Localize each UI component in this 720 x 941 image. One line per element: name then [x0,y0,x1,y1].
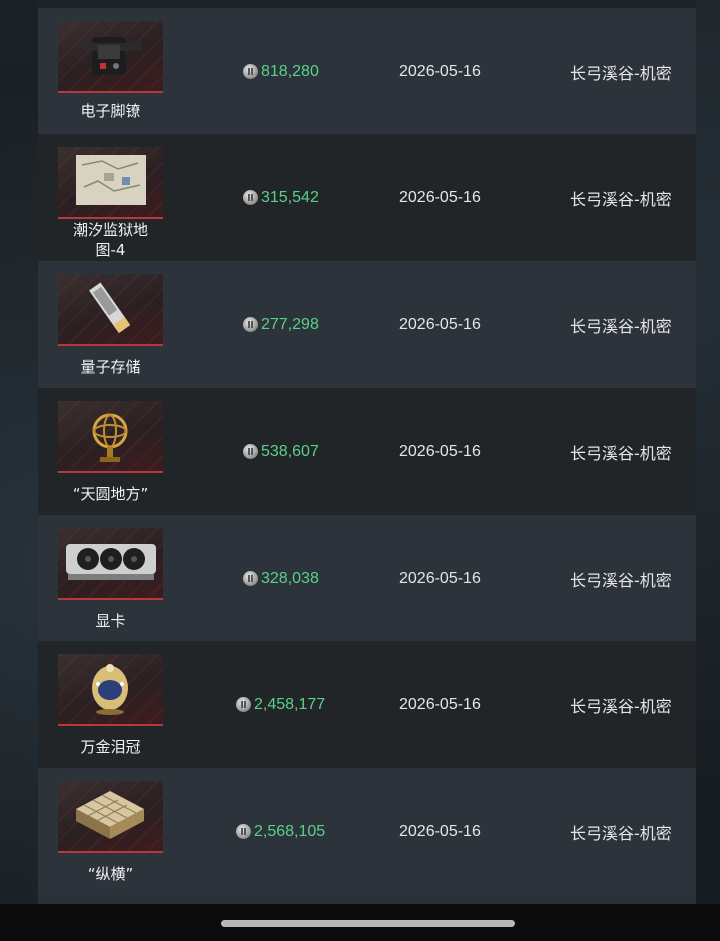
chessboard-icon [58,781,163,853]
silver-coin-icon [243,571,258,586]
silver-coin-icon [243,444,258,459]
list-item[interactable]: “天圆地方” 538,607 2026-05-16 长弓溪谷-机密 [38,388,696,515]
list-item[interactable]: 万金泪冠 2,458,177 2026-05-16 长弓溪谷-机密 [38,641,696,768]
silver-coin-icon [236,697,251,712]
silver-coin-icon [243,317,258,332]
list-item[interactable]: 量子存储 277,298 2026-05-16 长弓溪谷-机密 [38,261,696,388]
list-item[interactable]: “纵横” 2,568,105 2026-05-16 长弓溪谷-机密 [38,768,696,895]
list-item[interactable]: 显卡 328,038 2026-05-16 长弓溪谷-机密 [38,515,696,642]
item-price: 2,458,177 [236,641,325,768]
item-map: 长弓溪谷-机密 [570,189,672,209]
item-name: “纵横” [87,865,134,883]
silver-coin-icon [243,190,258,205]
quantum-storage-icon [58,274,163,346]
item-map: 长弓溪谷-机密 [570,316,672,336]
item-date: 2026-05-16 [399,442,481,460]
item-date: 2026-05-16 [399,569,481,587]
item-date: 2026-05-16 [399,822,481,840]
item-map: 长弓溪谷-机密 [570,696,672,716]
item-map: 长弓溪谷-机密 [570,570,672,590]
item-name: 电子脚镣 [80,102,141,120]
item-price: 315,542 [243,134,319,261]
item-price: 818,280 [243,8,319,135]
item-name: “天圆地方” [72,485,149,503]
item-price: 328,038 [243,515,319,642]
item-date: 2026-05-16 [399,62,481,80]
graphics-card-icon [58,528,163,600]
home-indicator[interactable] [221,920,515,927]
item-name: 潮汐监狱地 图-4 [72,221,148,259]
silver-coin-icon [236,824,251,839]
item-price: 277,298 [243,261,319,388]
item-map: 长弓溪谷-机密 [570,443,672,463]
item-name: 万金泪冠 [80,738,141,756]
previous-row-edge [38,0,696,8]
item-date: 2026-05-16 [399,695,481,713]
item-map: 长弓溪谷-机密 [570,63,672,83]
navigation-bar [0,904,720,941]
item-date: 2026-05-16 [399,315,481,333]
item-date: 2026-05-16 [399,188,481,206]
jeweled-crown-icon [58,654,163,726]
item-price: 2,568,105 [236,768,325,895]
ankle-monitor-icon [58,21,163,93]
item-name: 量子存储 [80,358,141,376]
armillary-sphere-icon [58,401,163,473]
list-item[interactable]: 电子脚镣 818,280 2026-05-16 长弓溪谷-机密 [38,8,696,135]
prison-map-icon [58,147,163,219]
list-item[interactable]: 潮汐监狱地 图-4 315,542 2026-05-16 长弓溪谷-机密 [38,134,696,261]
silver-coin-icon [243,64,258,79]
item-map: 长弓溪谷-机密 [570,823,672,843]
item-price: 538,607 [243,388,319,515]
item-name: 显卡 [95,612,126,630]
